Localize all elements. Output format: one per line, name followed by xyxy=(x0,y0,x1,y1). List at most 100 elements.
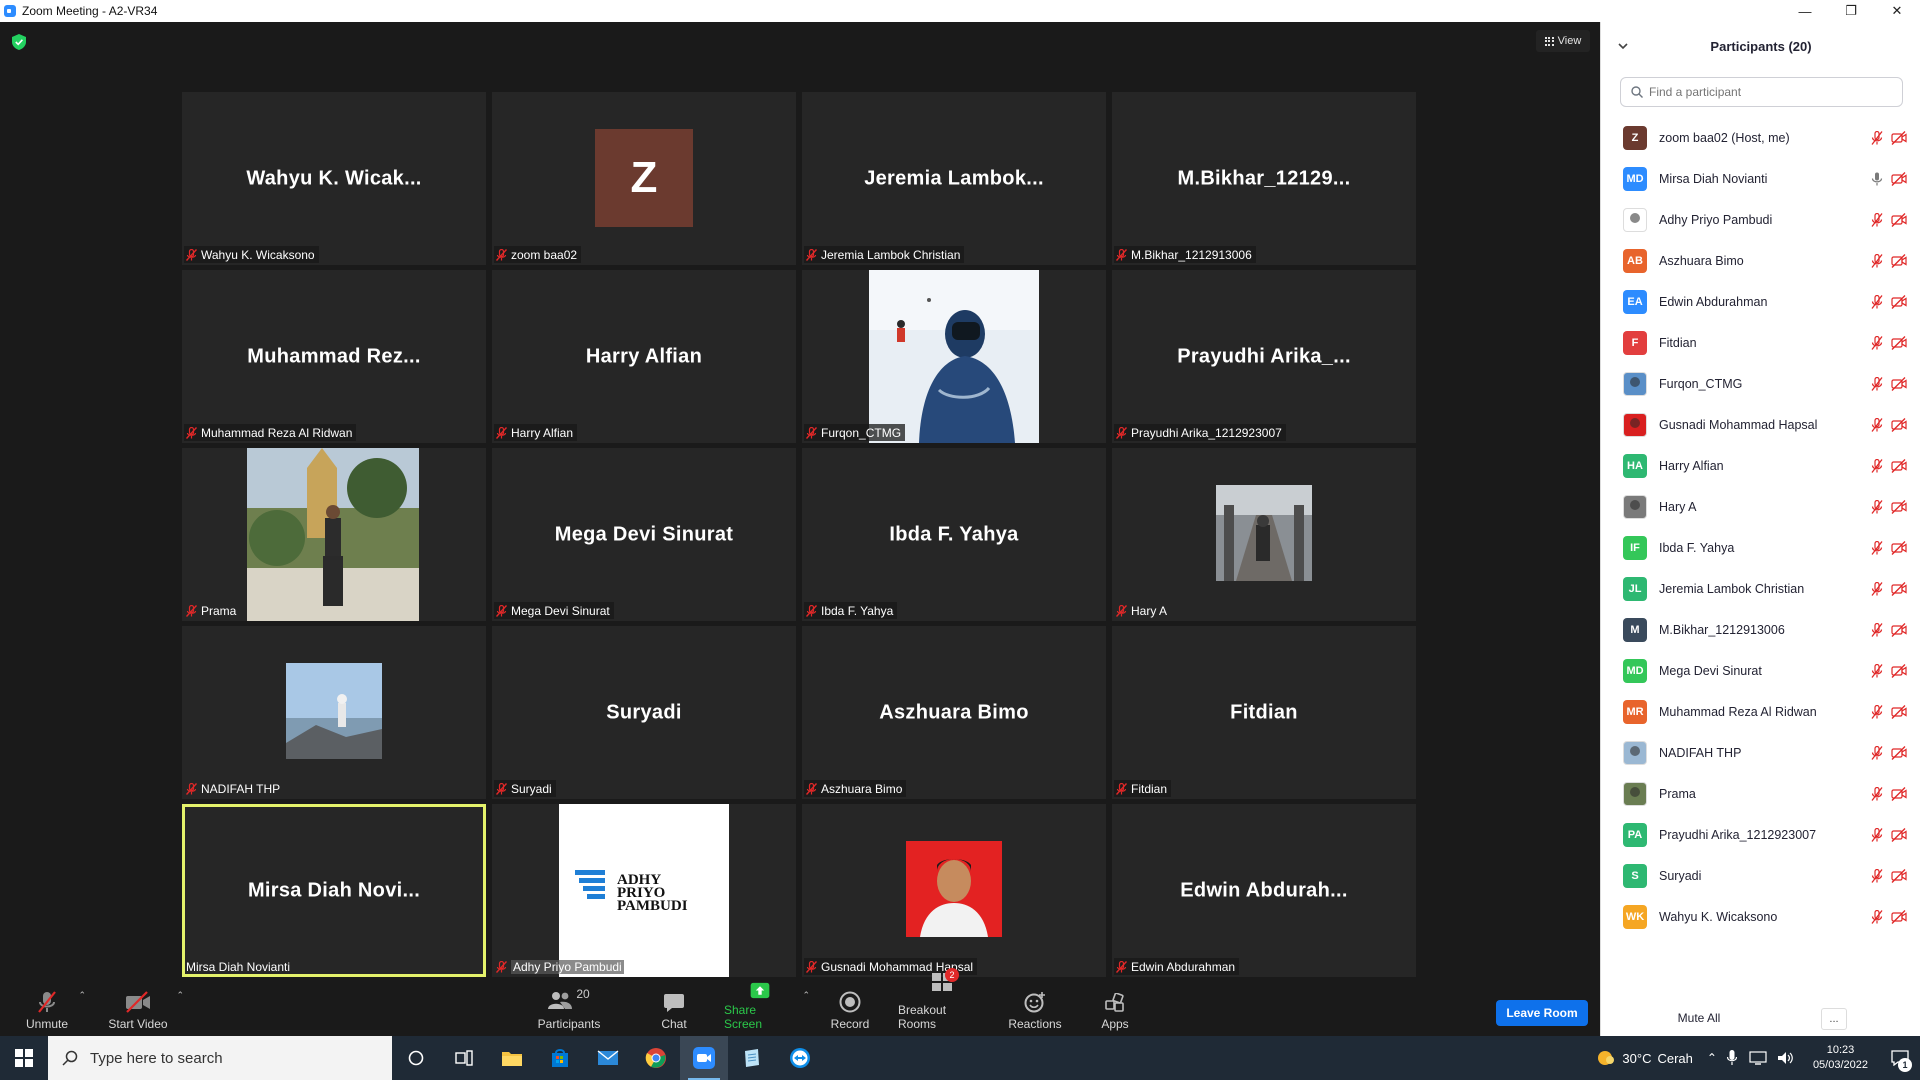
reactions-button[interactable]: Reactions xyxy=(1008,982,1062,1036)
video-off-icon[interactable] xyxy=(1891,786,1907,801)
participant-row[interactable]: JL Jeremia Lambok Christian xyxy=(1601,568,1920,609)
participant-search[interactable] xyxy=(1620,77,1903,107)
video-tile-active-speaker[interactable]: Mirsa Diah Novi... Mirsa Diah Novianti xyxy=(182,804,486,977)
cortana-button[interactable] xyxy=(392,1036,440,1080)
video-tile[interactable]: NADIFAH THP xyxy=(182,626,486,799)
unmute-button[interactable]: Unmute ⌃ xyxy=(22,982,86,1036)
video-tile[interactable]: Prama xyxy=(182,448,486,621)
participant-row[interactable]: F Fitdian xyxy=(1601,322,1920,363)
chrome-button[interactable] xyxy=(632,1036,680,1080)
video-off-icon[interactable] xyxy=(1891,581,1907,596)
video-off-icon[interactable] xyxy=(1891,294,1907,309)
video-off-icon[interactable] xyxy=(1891,663,1907,678)
participant-row[interactable]: MD Mega Devi Sinurat xyxy=(1601,650,1920,691)
video-off-icon[interactable] xyxy=(1891,335,1907,350)
video-options-caret[interactable]: ⌃ xyxy=(176,990,184,1001)
network-icon[interactable] xyxy=(1749,1051,1767,1065)
muted-mic-icon[interactable] xyxy=(1871,417,1883,432)
participant-row[interactable]: IF Ibda F. Yahya xyxy=(1601,527,1920,568)
muted-mic-icon[interactable] xyxy=(1871,499,1883,514)
file-explorer-button[interactable] xyxy=(488,1036,536,1080)
share-screen-button[interactable]: Share Screen ⌃ xyxy=(724,982,810,1036)
chat-button[interactable]: Chat xyxy=(656,982,692,1036)
volume-icon[interactable] xyxy=(1777,1051,1795,1065)
participant-row[interactable]: M M.Bikhar_1212913006 xyxy=(1601,609,1920,650)
participant-row[interactable]: Zzoom baa02 (Host, me) xyxy=(1601,117,1920,158)
participant-row[interactable]: PA Prayudhi Arika_1212923007 xyxy=(1601,814,1920,855)
chevron-down-icon[interactable] xyxy=(1617,40,1629,52)
muted-mic-icon[interactable] xyxy=(1871,540,1883,555)
teamviewer-button[interactable] xyxy=(776,1036,824,1080)
muted-mic-icon[interactable] xyxy=(1871,376,1883,391)
participants-button[interactable]: 20 Participants xyxy=(536,982,602,1036)
participant-search-input[interactable] xyxy=(1649,85,1879,99)
taskbar-clock[interactable]: 10:23 05/03/2022 xyxy=(1801,1043,1880,1073)
weather-condition[interactable]: Cerah xyxy=(1657,1051,1692,1066)
participant-row[interactable]: EA Edwin Abdurahman xyxy=(1601,281,1920,322)
muted-mic-icon[interactable] xyxy=(1871,335,1883,350)
apps-button[interactable]: Apps xyxy=(1100,982,1130,1036)
video-off-icon[interactable] xyxy=(1891,376,1907,391)
video-tile[interactable]: Furqon_CTMG xyxy=(802,270,1106,443)
participant-row[interactable]: Furqon_CTMG xyxy=(1601,363,1920,404)
show-hidden-icons-button[interactable]: ⌃ xyxy=(1707,1051,1717,1065)
taskbar-search[interactable]: Type here to search xyxy=(48,1036,392,1080)
video-tile[interactable]: Suryadi Suryadi xyxy=(492,626,796,799)
participant-row[interactable]: AB Aszhuara Bimo xyxy=(1601,240,1920,281)
store-button[interactable] xyxy=(536,1036,584,1080)
participant-row[interactable]: Hary A xyxy=(1601,486,1920,527)
microphone-icon[interactable] xyxy=(1726,1050,1737,1066)
participant-row[interactable]: Gusnadi Mohammad Hapsal xyxy=(1601,404,1920,445)
breakout-rooms-button[interactable]: 2 Breakout Rooms xyxy=(898,968,986,1036)
video-off-icon[interactable] xyxy=(1891,827,1907,842)
video-off-icon[interactable] xyxy=(1891,704,1907,719)
video-tile[interactable]: Mega Devi Sinurat Mega Devi Sinurat xyxy=(492,448,796,621)
video-off-icon[interactable] xyxy=(1891,253,1907,268)
view-button[interactable]: View xyxy=(1536,30,1590,52)
muted-mic-icon[interactable] xyxy=(1871,458,1883,473)
video-tile[interactable]: Muhammad Rez... Muhammad Reza Al Ridwan xyxy=(182,270,486,443)
video-off-icon[interactable] xyxy=(1891,417,1907,432)
more-options-button[interactable]: ... xyxy=(1821,1008,1847,1030)
mic-icon[interactable] xyxy=(1871,172,1883,186)
video-off-icon[interactable] xyxy=(1891,499,1907,514)
participant-row[interactable]: NADIFAH THP xyxy=(1601,732,1920,773)
mail-button[interactable] xyxy=(584,1036,632,1080)
share-options-caret[interactable]: ⌃ xyxy=(802,990,810,1001)
video-tile[interactable]: ADHY PRIYO PAMBUDI Adhy Priyo Pambudi xyxy=(492,804,796,977)
muted-mic-icon[interactable] xyxy=(1871,212,1883,227)
video-off-icon[interactable] xyxy=(1891,868,1907,883)
video-tile[interactable]: Aszhuara Bimo Aszhuara Bimo xyxy=(802,626,1106,799)
minimize-button[interactable]: — xyxy=(1782,0,1828,22)
video-tile[interactable]: Z zoom baa02 xyxy=(492,92,796,265)
participant-row[interactable]: WK Wahyu K. Wicaksono xyxy=(1601,896,1920,937)
encryption-shield-icon[interactable] xyxy=(12,34,26,50)
participant-row[interactable]: Adhy Priyo Pambudi xyxy=(1601,199,1920,240)
participant-row[interactable]: S Suryadi xyxy=(1601,855,1920,896)
restore-button[interactable]: ❐ xyxy=(1828,0,1874,22)
start-button[interactable] xyxy=(0,1036,48,1080)
mute-all-button[interactable]: Mute All xyxy=(1669,1006,1729,1030)
video-tile[interactable]: Harry Alfian Harry Alfian xyxy=(492,270,796,443)
leave-room-button[interactable]: Leave Room xyxy=(1496,1000,1588,1026)
task-view-button[interactable] xyxy=(440,1036,488,1080)
muted-mic-icon[interactable] xyxy=(1871,622,1883,637)
muted-mic-icon[interactable] xyxy=(1871,663,1883,678)
record-button[interactable]: Record xyxy=(830,982,870,1036)
video-off-icon[interactable] xyxy=(1891,909,1907,924)
video-tile[interactable]: Ibda F. Yahya Ibda F. Yahya xyxy=(802,448,1106,621)
notepad-button[interactable] xyxy=(728,1036,776,1080)
participant-row[interactable]: Prama xyxy=(1601,773,1920,814)
video-tile[interactable]: Jeremia Lambok... Jeremia Lambok Christi… xyxy=(802,92,1106,265)
muted-mic-icon[interactable] xyxy=(1871,130,1883,145)
video-off-icon[interactable] xyxy=(1891,745,1907,760)
video-off-icon[interactable] xyxy=(1891,130,1907,145)
video-off-icon[interactable] xyxy=(1891,171,1907,186)
video-tile[interactable]: Wahyu K. Wicak... Wahyu K. Wicaksono xyxy=(182,92,486,265)
muted-mic-icon[interactable] xyxy=(1871,745,1883,760)
video-tile[interactable]: Gusnadi Mohammad Hapsal xyxy=(802,804,1106,977)
participant-row[interactable]: MR Muhammad Reza Al Ridwan xyxy=(1601,691,1920,732)
video-off-icon[interactable] xyxy=(1891,540,1907,555)
video-tile[interactable]: Prayudhi Arika_... Prayudhi Arika_121292… xyxy=(1112,270,1416,443)
notification-center-button[interactable]: 1 xyxy=(1880,1036,1920,1080)
